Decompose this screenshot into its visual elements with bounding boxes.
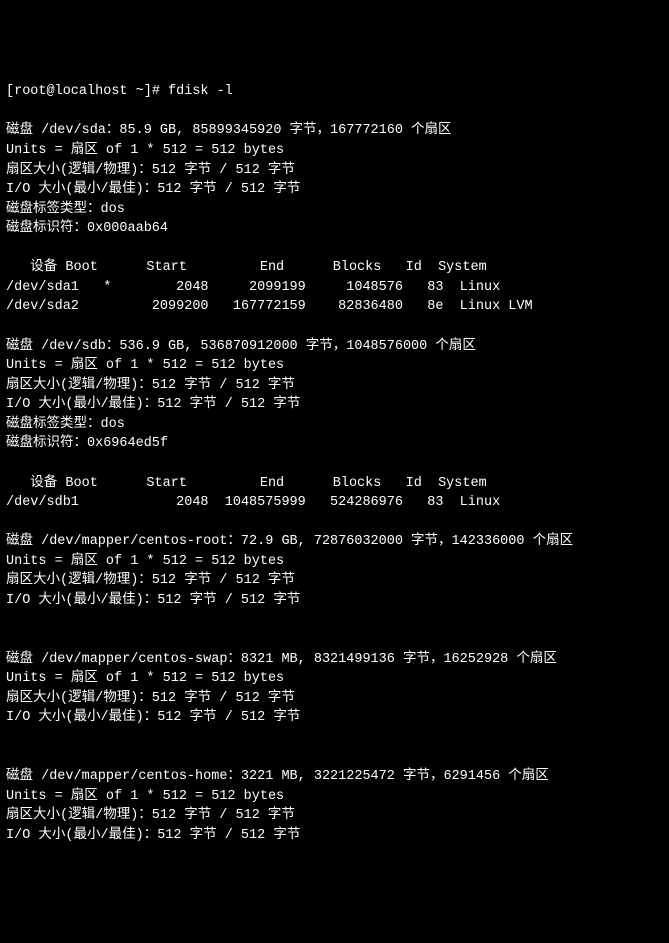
disk-sdb-labeltype: 磁盘标签类型：dos [6, 417, 125, 432]
table-row: /dev/sda1 * 2048 2099199 1048576 83 Linu… [6, 280, 500, 295]
disk-swap-units: Units = 扇区 of 1 * 512 = 512 bytes [6, 671, 284, 686]
disk-root-sector: 扇区大小(逻辑/物理)：512 字节 / 512 字节 [6, 573, 295, 588]
disk-home-io: I/O 大小(最小/最佳)：512 字节 / 512 字节 [6, 828, 300, 843]
disk-root-units: Units = 扇区 of 1 * 512 = 512 bytes [6, 554, 284, 569]
disk-root-io: I/O 大小(最小/最佳)：512 字节 / 512 字节 [6, 593, 300, 608]
shell-prompt: [root@localhost ~]# [6, 84, 168, 99]
disk-sda-units: Units = 扇区 of 1 * 512 = 512 bytes [6, 143, 284, 158]
disk-sda-labeltype: 磁盘标签类型：dos [6, 202, 125, 217]
disk-sda-io: I/O 大小(最小/最佳)：512 字节 / 512 字节 [6, 182, 300, 197]
disk-sda-sector: 扇区大小(逻辑/物理)：512 字节 / 512 字节 [6, 163, 295, 178]
disk-sdb-identifier: 磁盘标识符：0x6964ed5f [6, 436, 168, 451]
disk-home-header: 磁盘 /dev/mapper/centos-home：3221 MB, 3221… [6, 769, 549, 784]
table-row: /dev/sdb1 2048 1048575999 524286976 83 L… [6, 495, 500, 510]
disk-swap-io: I/O 大小(最小/最佳)：512 字节 / 512 字节 [6, 710, 300, 725]
disk-sda-identifier: 磁盘标识符：0x000aab64 [6, 221, 168, 236]
disk-sdb-units: Units = 扇区 of 1 * 512 = 512 bytes [6, 358, 284, 373]
partition-table-header: 设备 Boot Start End Blocks Id System [6, 476, 487, 491]
disk-sda-header: 磁盘 /dev/sda：85.9 GB, 85899345920 字节，1677… [6, 123, 452, 138]
table-row: /dev/sda2 2099200 167772159 82836480 8e … [6, 299, 533, 314]
disk-sdb-header: 磁盘 /dev/sdb：536.9 GB, 536870912000 字节，10… [6, 339, 476, 354]
disk-root-header: 磁盘 /dev/mapper/centos-root：72.9 GB, 7287… [6, 534, 573, 549]
disk-sdb-io: I/O 大小(最小/最佳)：512 字节 / 512 字节 [6, 397, 300, 412]
disk-home-sector: 扇区大小(逻辑/物理)：512 字节 / 512 字节 [6, 808, 295, 823]
disk-swap-header: 磁盘 /dev/mapper/centos-swap：8321 MB, 8321… [6, 652, 557, 667]
disk-home-units: Units = 扇区 of 1 * 512 = 512 bytes [6, 789, 284, 804]
partition-table-header: 设备 Boot Start End Blocks Id System [6, 260, 487, 275]
terminal-output: [root@localhost ~]# fdisk -l 磁盘 /dev/sda… [6, 82, 663, 845]
disk-swap-sector: 扇区大小(逻辑/物理)：512 字节 / 512 字节 [6, 691, 295, 706]
command-text: fdisk -l [168, 84, 233, 99]
disk-sdb-sector: 扇区大小(逻辑/物理)：512 字节 / 512 字节 [6, 378, 295, 393]
